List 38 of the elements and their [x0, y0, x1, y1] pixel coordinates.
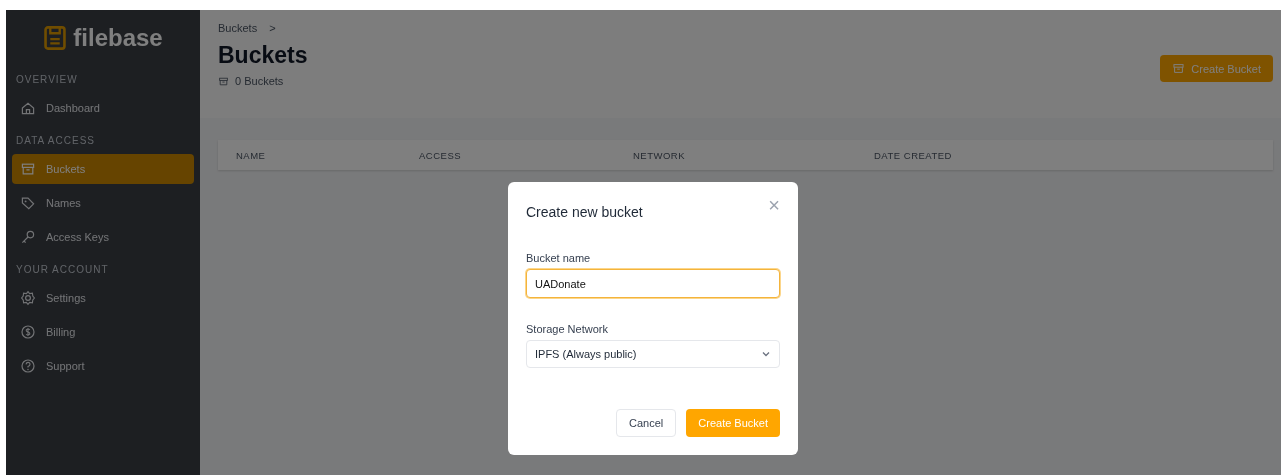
column-header: NAME	[236, 149, 267, 161]
field-label: Storage Network	[526, 323, 609, 335]
field-label: Bucket name	[526, 252, 592, 264]
gear-icon	[20, 290, 36, 306]
network-dropdown[interactable]: IPFS (Always public)	[526, 340, 780, 368]
create-button[interactable]: Create Bucket	[686, 409, 780, 437]
sidebar-item[interactable]: Billing	[12, 317, 194, 347]
dialog-title: Create new bucket	[526, 204, 643, 220]
sidebar-item[interactable]: Support	[12, 351, 194, 381]
bucket-count: 0 Buckets	[235, 75, 284, 87]
sidebar-item[interactable]: Access Keys	[12, 222, 194, 252]
column-header: ACCESS	[419, 149, 463, 161]
archive-icon	[1172, 62, 1186, 75]
section-heading: DATA ACCESS	[15, 134, 96, 148]
cancel-button[interactable]: Cancel	[616, 409, 677, 437]
breadcrumb-link[interactable]: Buckets	[218, 22, 258, 34]
box-icon	[20, 161, 36, 177]
key-icon	[20, 229, 36, 245]
section-heading: YOUR ACCOUNT	[15, 263, 110, 277]
dollar-icon	[20, 324, 36, 340]
home-icon	[20, 100, 36, 116]
help-icon	[20, 358, 36, 374]
column-header: DATE CREATED	[874, 149, 953, 161]
column-header: NETWORK	[633, 149, 687, 161]
bucket-name-field[interactable]: UADonate	[526, 269, 780, 298]
logo-text: filebase	[73, 24, 163, 52]
close-button[interactable]: ×	[768, 196, 780, 214]
page-title: Buckets	[218, 42, 308, 69]
sidebar-item[interactable]: Dashboard	[12, 93, 194, 123]
sidebar-item[interactable]: Buckets	[12, 154, 194, 184]
archive-icon	[218, 75, 229, 87]
logo-icon	[43, 25, 68, 51]
sidebar-item[interactable]: Settings	[12, 283, 194, 313]
sidebar-item[interactable]: Names	[12, 188, 194, 218]
chevron-icon	[761, 349, 771, 359]
breadcrumb-separator: >	[269, 22, 276, 34]
tag-icon	[20, 195, 36, 211]
section-heading: OVERVIEW	[15, 73, 79, 87]
